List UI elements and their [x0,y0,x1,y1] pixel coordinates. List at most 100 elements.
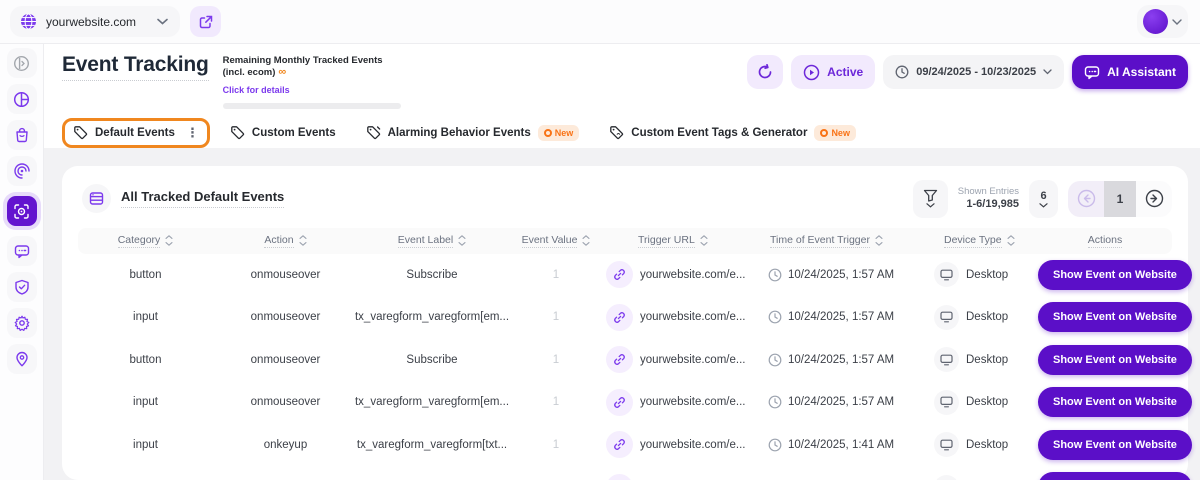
time-text: 10/24/2025, 1:57 AM [788,354,894,366]
current-page[interactable]: 1 [1104,181,1136,217]
content-area: All Tracked Default Events Shown Entries… [44,148,1200,480]
sidebar-item-privacy[interactable] [7,272,37,302]
monitor-icon-wrap [934,432,959,457]
monitor-icon [940,354,953,366]
column-header-actions: Actions [1038,234,1172,248]
clock-icon [895,65,909,79]
filter-button[interactable] [913,180,948,218]
new-badge: New [538,125,580,141]
chevron-down-icon [1039,203,1048,208]
cell-event-label: Subscribe [358,269,506,281]
column-header-event-label[interactable]: Event Label [358,234,506,248]
sidebar-item-location[interactable] [7,344,37,374]
page-size-selector[interactable]: 6 [1029,180,1058,218]
cell-trigger-url[interactable]: yourwebsite.com/e... [606,474,758,480]
device-text: Desktop [966,311,1008,323]
next-page-button[interactable] [1136,181,1172,217]
remaining-events-progress-bar [223,103,401,109]
monitor-icon [940,396,953,408]
previous-page-button[interactable] [1068,181,1104,217]
show-event-on-website-button[interactable]: Show Event on Website [1038,430,1192,460]
ai-assistant-button[interactable]: AI Assistant [1072,55,1188,89]
chevron-down-icon [926,203,935,208]
clock-icon [768,438,782,452]
show-event-on-website-button[interactable]: Show Event on Website [1038,472,1192,480]
page-header: Event Tracking Remaining Monthly Tracked… [44,44,1200,148]
sidebar-item-shop[interactable] [7,120,37,150]
show-event-on-website-button[interactable]: Show Event on Website [1038,387,1192,417]
click-for-details-link[interactable]: Click for details [223,85,290,95]
link-icon [613,353,626,366]
cell-category: button [78,354,213,366]
shield-check-icon [14,279,30,295]
refresh-button[interactable] [747,55,783,89]
play-circle-icon [803,64,820,81]
refresh-icon [757,64,773,80]
cell-action: onmouseover [213,269,358,281]
column-header-action[interactable]: Action [213,234,358,248]
date-range-picker[interactable]: 09/24/2025 - 10/23/2025 [883,55,1064,89]
tab-custom-events[interactable]: Custom Events [220,118,346,148]
cell-actions: Show Event on Website [1038,302,1192,332]
cell-event-value: 1 [506,439,606,451]
monitor-icon-wrap [934,390,959,415]
cell-trigger-url[interactable]: yourwebsite.com/e... [606,346,758,373]
show-event-on-website-button[interactable]: Show Event on Website [1038,302,1192,332]
remaining-events-label: Remaining Monthly Tracked Events (incl. … [223,55,401,80]
cell-device-type: Desktop [926,390,1038,415]
events-table-card: All Tracked Default Events Shown Entries… [62,166,1188,480]
tag-icon [73,125,88,140]
monitor-icon-wrap [934,475,959,480]
link-icon [613,268,626,281]
user-menu[interactable] [1137,5,1188,38]
cell-device-type: Desktop [926,432,1038,457]
sidebar-item-event-tracking[interactable] [7,196,37,226]
site-selector[interactable]: yourwebsite.com [10,6,180,37]
column-header-category[interactable]: Category [78,234,213,248]
column-header-event-value[interactable]: Event Value [506,234,606,248]
cell-trigger-url[interactable]: yourwebsite.com/e... [606,389,758,416]
cell-time: 10/24/2025, 1:41 AM [758,438,926,452]
table-icon [89,191,104,206]
cell-event-value: 1 [506,354,606,366]
cell-trigger-url[interactable]: yourwebsite.com/e... [606,261,758,288]
sidebar-item-recordings[interactable] [7,156,37,186]
open-website-button[interactable] [190,6,221,37]
tab-alarming-behavior-events[interactable]: Alarming Behavior Events New [356,118,590,148]
spiral-icon [14,163,30,179]
table-row: input onkeyup tx_varegform_varegform[txt… [78,466,1172,480]
show-event-on-website-button[interactable]: Show Event on Website [1038,260,1192,290]
monitor-icon [940,311,953,323]
time-text: 10/24/2025, 1:41 AM [788,439,894,451]
cell-trigger-url[interactable]: yourwebsite.com/e... [606,431,758,458]
date-range-value: 09/24/2025 - 10/23/2025 [916,66,1036,78]
link-icon-wrap [606,389,633,416]
column-header-device-type[interactable]: Device Type [926,234,1038,248]
cell-trigger-url[interactable]: yourwebsite.com/e... [606,304,758,331]
table-row: input onmouseover tx_varegform_varegform… [78,296,1172,339]
tab-options-kebab-icon[interactable]: ⋮ [186,125,199,141]
tracking-status-button[interactable]: Active [791,55,875,89]
sidebar-item-collapse[interactable] [7,48,37,78]
collapse-sidebar-icon [13,55,30,72]
cell-actions: Show Event on Website [1038,472,1192,480]
clock-icon [768,353,782,367]
cell-time: 10/24/2025, 1:57 AM [758,310,926,324]
link-icon-wrap [606,261,633,288]
show-event-on-website-button[interactable]: Show Event on Website [1038,345,1192,375]
column-header-trigger-url[interactable]: Trigger URL [606,234,758,248]
arrow-left-circle-icon [1077,189,1096,208]
tab-label: Alarming Behavior Events [388,127,531,139]
sidebar-item-feedback[interactable] [7,236,37,266]
tab-custom-event-tags-generator[interactable]: Custom Event Tags & Generator New [599,118,866,148]
chevron-down-icon [157,18,168,25]
cell-action: onmouseover [213,396,358,408]
cell-actions: Show Event on Website [1038,430,1192,460]
cell-time: 10/24/2025, 1:57 AM [758,395,926,409]
column-header-time[interactable]: Time of Event Trigger [758,234,926,248]
sidebar-item-settings[interactable] [7,308,37,338]
tab-label: Default Events [95,127,175,139]
tab-default-events[interactable]: Default Events ⋮ [62,118,210,148]
remaining-events-widget: Remaining Monthly Tracked Events (incl. … [223,55,401,109]
sidebar-item-analytics[interactable] [7,84,37,114]
